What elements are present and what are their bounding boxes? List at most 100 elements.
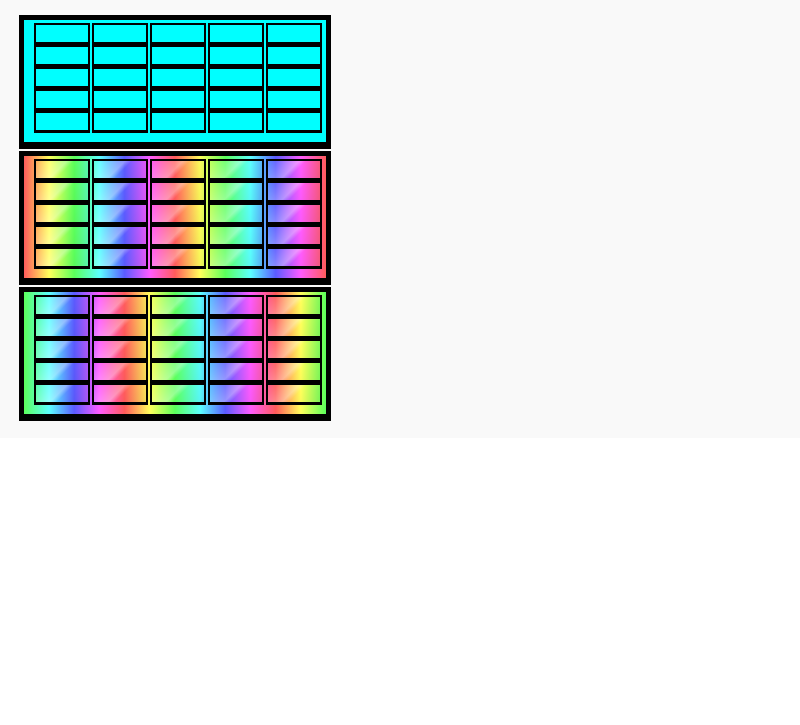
grid-cell: [92, 339, 148, 361]
cyan-grid-panel: [19, 15, 331, 149]
grid-cell: [266, 247, 322, 269]
grid-cell: [266, 89, 322, 111]
grid-cell: [150, 159, 206, 181]
grid-cell: [208, 361, 264, 383]
grid-cell: [34, 45, 90, 67]
grid-cell: [208, 203, 264, 225]
grid-cell: [266, 203, 322, 225]
grid-cell: [266, 23, 322, 45]
grid-cell: [150, 89, 206, 111]
grid-row: [34, 247, 322, 269]
grid-cell: [208, 23, 264, 45]
stage: [0, 0, 800, 438]
grid-cell: [208, 247, 264, 269]
grid-cell: [208, 89, 264, 111]
grid-cell: [92, 181, 148, 203]
grid-cell: [266, 317, 322, 339]
grid-cell: [92, 225, 148, 247]
grid-cell: [92, 111, 148, 133]
grid-cell: [34, 361, 90, 383]
grid-cell: [208, 339, 264, 361]
grid-cell: [266, 339, 322, 361]
grid-cell: [150, 361, 206, 383]
rainbow-grid-panel-2: [19, 287, 331, 421]
grid-cell: [34, 317, 90, 339]
grid-cell: [150, 225, 206, 247]
grid-cell: [150, 383, 206, 405]
grid-row: [34, 203, 322, 225]
grid-row: [34, 111, 322, 133]
grid-row: [34, 45, 322, 67]
grid-row: [34, 317, 322, 339]
grid-cell: [34, 339, 90, 361]
grid-cell: [34, 89, 90, 111]
grid-cell: [150, 203, 206, 225]
grid-cell: [92, 247, 148, 269]
grid-cell: [34, 159, 90, 181]
grid-cell: [150, 295, 206, 317]
grid-cell: [92, 23, 148, 45]
grid-cell: [34, 181, 90, 203]
grid-cell: [266, 383, 322, 405]
cell-grid: [32, 159, 324, 269]
grid-cell: [208, 383, 264, 405]
grid-cell: [150, 45, 206, 67]
grid-cell: [150, 339, 206, 361]
grid-cell: [92, 45, 148, 67]
grid-row: [34, 67, 322, 89]
grid-cell: [208, 295, 264, 317]
grid-cell: [266, 67, 322, 89]
grid-cell: [92, 361, 148, 383]
grid-row: [34, 295, 322, 317]
grid-cell: [266, 295, 322, 317]
grid-cell: [34, 247, 90, 269]
grid-cell: [208, 111, 264, 133]
grid-row: [34, 361, 322, 383]
grid-cell: [208, 67, 264, 89]
grid-cell: [266, 225, 322, 247]
grid-cell: [92, 203, 148, 225]
grid-cell: [266, 181, 322, 203]
grid-row: [34, 383, 322, 405]
grid-cell: [92, 383, 148, 405]
grid-cell: [266, 111, 322, 133]
grid-row: [34, 89, 322, 111]
grid-cell: [34, 383, 90, 405]
grid-cell: [208, 225, 264, 247]
grid-cell: [208, 45, 264, 67]
grid-row: [34, 159, 322, 181]
grid-cell: [92, 67, 148, 89]
grid-cell: [208, 317, 264, 339]
rainbow-grid-panel-1: [19, 151, 331, 285]
grid-cell: [92, 159, 148, 181]
cell-grid: [32, 23, 324, 133]
grid-row: [34, 339, 322, 361]
panel-face: [24, 292, 326, 414]
grid-row: [34, 23, 322, 45]
grid-cell: [34, 295, 90, 317]
grid-cell: [266, 45, 322, 67]
grid-cell: [150, 67, 206, 89]
grid-cell: [208, 159, 264, 181]
grid-cell: [92, 89, 148, 111]
grid-cell: [34, 111, 90, 133]
panel-face: [24, 156, 326, 278]
grid-cell: [34, 203, 90, 225]
grid-cell: [150, 111, 206, 133]
grid-cell: [150, 23, 206, 45]
grid-cell: [150, 247, 206, 269]
grid-cell: [92, 317, 148, 339]
grid-cell: [34, 225, 90, 247]
grid-cell: [150, 317, 206, 339]
grid-cell: [92, 295, 148, 317]
panel-face: [24, 20, 326, 142]
grid-cell: [34, 67, 90, 89]
cell-grid: [32, 295, 324, 405]
grid-cell: [266, 159, 322, 181]
grid-cell: [208, 181, 264, 203]
grid-row: [34, 225, 322, 247]
grid-cell: [150, 181, 206, 203]
grid-cell: [34, 23, 90, 45]
grid-cell: [266, 361, 322, 383]
grid-row: [34, 181, 322, 203]
